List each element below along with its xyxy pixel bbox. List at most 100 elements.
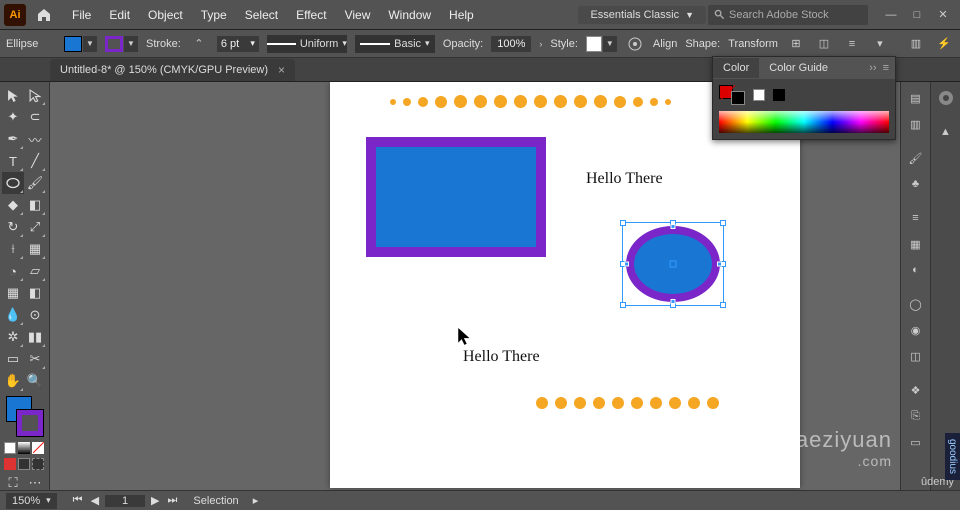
color-mode-solid[interactable] (4, 442, 16, 454)
color-guide-panel-icon[interactable]: ▲ (934, 120, 958, 144)
perspective-tool[interactable]: ▱ (24, 260, 46, 282)
fill-swatch[interactable]: ▼ (64, 35, 97, 53)
type-tool[interactable]: T (2, 150, 24, 172)
panel-white-swatch[interactable] (753, 89, 765, 101)
panel-fill-stroke-indicator[interactable] (719, 85, 745, 105)
panel-collapse-icon[interactable]: ›› (869, 62, 876, 74)
hand-tool[interactable]: ✋ (2, 370, 24, 392)
panel-menu-icon[interactable]: ≡ (883, 62, 889, 74)
more-options-icon[interactable]: ▾ (870, 34, 890, 54)
last-artboard-icon[interactable]: ⏭ (166, 494, 180, 507)
clip-icon[interactable]: ◫ (814, 34, 834, 54)
stroke-weight-link-icon[interactable]: ⌃ (189, 34, 209, 54)
zoom-tool[interactable]: 🔍 (24, 370, 46, 392)
document-tab[interactable]: Untitled-8* @ 150% (CMYK/GPU Preview) × (50, 59, 295, 81)
paintbrush-tool[interactable]: 🖌 (24, 172, 46, 194)
draw-inside-icon[interactable] (32, 458, 44, 470)
symbol-sprayer-tool[interactable]: ✲ (2, 326, 24, 348)
window-maximize-button[interactable]: □ (904, 0, 930, 30)
prev-artboard-icon[interactable]: ◀ (89, 494, 101, 507)
chevron-right-icon[interactable]: › (539, 39, 542, 49)
brush-definition-dropdown[interactable]: Basic▾ (355, 35, 435, 53)
fill-stroke-indicator[interactable] (4, 394, 45, 438)
libraries-panel-icon[interactable]: ▥ (904, 112, 928, 136)
shape-builder-tool[interactable]: ◔ (2, 260, 24, 282)
menu-type[interactable]: Type (193, 8, 235, 22)
blend-tool[interactable]: ⊙ (24, 304, 46, 326)
column-graph-tool[interactable]: ▮▮ (24, 326, 46, 348)
stroke-swatch[interactable]: ▼ (105, 35, 138, 53)
free-transform-tool[interactable]: ▦ (24, 238, 46, 260)
color-mode-none[interactable] (32, 442, 44, 454)
slice-tool[interactable]: ✂ (24, 348, 46, 370)
mesh-tool[interactable]: ▦ (2, 282, 24, 304)
swatches-panel-icon[interactable]: ▦ (904, 232, 928, 256)
stroke-weight-field[interactable]: 6 pt▾ (217, 36, 259, 52)
selection-tool[interactable] (2, 84, 24, 106)
graphic-style-swatch[interactable]: ▼ (586, 35, 617, 53)
window-minimize-button[interactable]: — (878, 0, 904, 30)
menu-file[interactable]: File (64, 8, 99, 22)
graphic-styles-panel-icon[interactable]: ◫ (904, 344, 928, 368)
stroke-panel-icon[interactable]: ≡ (904, 206, 928, 230)
properties-panel-icon[interactable]: ▤ (904, 86, 928, 110)
appearance-panel-icon[interactable]: ◉ (904, 318, 928, 342)
gradient-tool[interactable]: ◧ (24, 282, 46, 304)
color-panel-tab-guide[interactable]: Color Guide (759, 58, 838, 78)
line-tool[interactable]: ╱ (24, 150, 46, 172)
close-tab-icon[interactable]: × (278, 63, 285, 77)
transparency-panel-icon[interactable]: ◯ (904, 292, 928, 316)
arrange-docs-icon[interactable]: ▥ (906, 34, 926, 54)
scale-tool[interactable]: ⤢ (24, 216, 46, 238)
gradient-panel-icon[interactable]: ◐ (904, 258, 928, 282)
menu-view[interactable]: View (337, 8, 379, 22)
chevron-down-icon[interactable]: ▼ (124, 36, 138, 52)
first-artboard-icon[interactable]: ⏮ (71, 494, 85, 507)
shaper-tool[interactable]: ◆ (2, 194, 24, 216)
color-mode-gradient[interactable] (18, 442, 30, 454)
stroke-color-box[interactable] (17, 410, 43, 436)
menu-select[interactable]: Select (237, 8, 286, 22)
chevron-down-icon[interactable]: ▼ (83, 36, 97, 52)
symbols-panel-icon[interactable]: ♣ (904, 172, 928, 196)
artboards-panel-icon[interactable]: ▭ (904, 430, 928, 454)
isolate-icon[interactable]: ⊞ (786, 34, 806, 54)
stock-search-input[interactable]: Search Adobe Stock (708, 5, 868, 25)
menu-object[interactable]: Object (140, 8, 191, 22)
artboard-number-field[interactable]: 1 (105, 495, 145, 507)
menu-edit[interactable]: Edit (101, 8, 138, 22)
lasso-tool[interactable]: ⊂ (24, 106, 46, 128)
artboard-navigator[interactable]: ⏮ ◀ 1 ▶ ⏭ (71, 494, 180, 507)
brushes-panel-icon[interactable]: 🖌 (904, 146, 928, 170)
zoom-level-field[interactable]: 150%▾ (6, 493, 57, 509)
recolor-icon[interactable] (625, 34, 645, 54)
gpu-icon[interactable]: ⚡ (934, 34, 954, 54)
draw-normal-icon[interactable] (4, 458, 16, 470)
align-label[interactable]: Align (653, 38, 677, 50)
panel-black-swatch[interactable] (773, 89, 785, 101)
shape-label[interactable]: Shape: (685, 38, 720, 50)
eraser-tool[interactable]: ◧ (24, 194, 46, 216)
asset-export-panel-icon[interactable]: ⎘ (904, 404, 928, 428)
curvature-tool[interactable]: 〰 (24, 128, 46, 150)
pen-tool[interactable]: ✒ (2, 128, 24, 150)
stroke-profile-dropdown[interactable]: Uniform▾ (267, 35, 347, 53)
ellipse-tool[interactable] (2, 172, 24, 194)
opacity-field[interactable]: 100% (491, 36, 531, 52)
magic-wand-tool[interactable]: ✦ (2, 106, 24, 128)
rotate-tool[interactable]: ↻ (2, 216, 24, 238)
menu-help[interactable]: Help (441, 8, 482, 22)
window-close-button[interactable]: ✕ (930, 0, 956, 30)
align-panel-icon[interactable]: ≡ (842, 34, 862, 54)
workspace-switcher[interactable]: Essentials Classic ▼ (578, 6, 706, 24)
color-spectrum-picker[interactable] (719, 111, 889, 133)
status-extra-icon[interactable]: ▸ (253, 494, 259, 507)
color-panel-tab-color[interactable]: Color (713, 58, 759, 78)
layers-panel-icon[interactable]: ❖ (904, 378, 928, 402)
transform-label[interactable]: Transform (728, 38, 778, 50)
eyedropper-tool[interactable]: 💧 (2, 304, 24, 326)
direct-selection-tool[interactable] (24, 84, 46, 106)
home-icon[interactable] (32, 3, 56, 27)
draw-behind-icon[interactable] (18, 458, 30, 470)
menu-effect[interactable]: Effect (288, 8, 334, 22)
